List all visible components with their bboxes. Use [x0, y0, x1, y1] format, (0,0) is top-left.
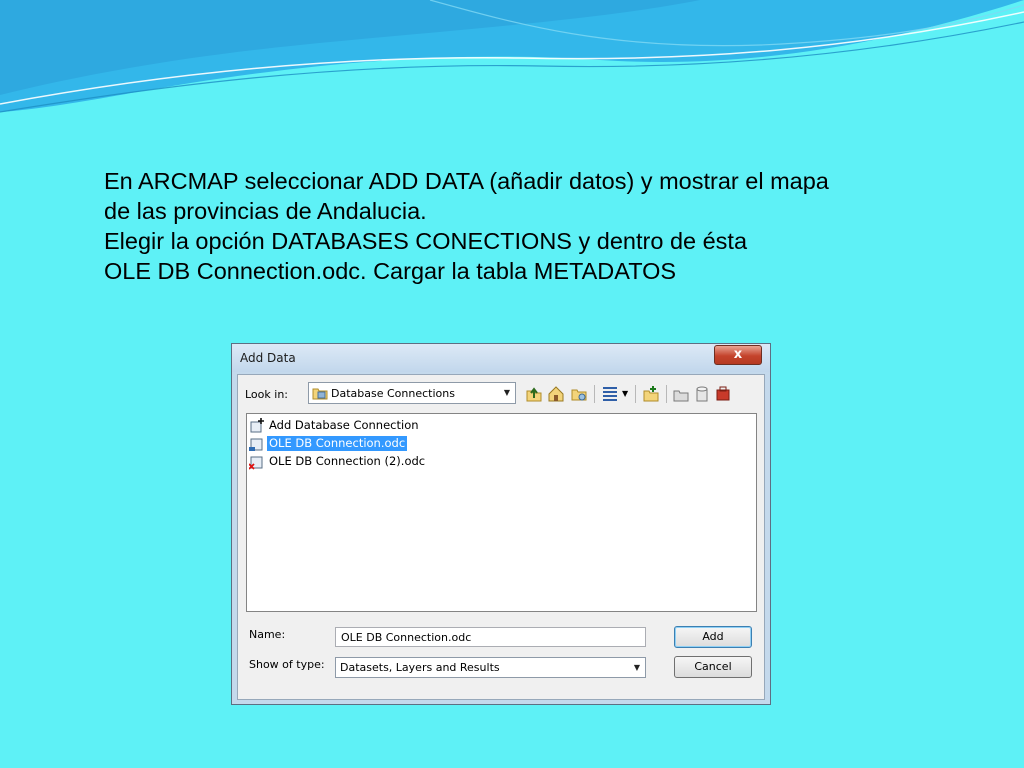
view-options-chevron-icon[interactable]: ▼	[622, 389, 628, 398]
ole-db-connection-error-icon	[249, 456, 263, 470]
database-folder-icon	[312, 388, 328, 400]
up-folder-icon[interactable]	[525, 385, 543, 403]
chevron-down-icon[interactable]: ▼	[629, 658, 645, 677]
close-button[interactable]: x	[714, 345, 762, 365]
show-of-type-value: Datasets, Layers and Results	[340, 661, 500, 674]
list-item-label: Add Database Connection	[269, 418, 419, 432]
toolbar-separator	[594, 385, 595, 403]
list-item-label: OLE DB Connection (2).odc	[269, 454, 426, 468]
name-value: OLE DB Connection.odc	[341, 631, 472, 644]
connect-folder-icon[interactable]	[642, 385, 660, 403]
dialog-titlebar[interactable]: Add Data x	[232, 344, 770, 372]
show-of-type-label: Show of type:	[249, 658, 325, 671]
new-folder-icon[interactable]	[672, 385, 690, 403]
home-icon[interactable]	[547, 385, 565, 403]
file-list[interactable]: Add Database Connection OLE DB Connectio…	[246, 413, 757, 612]
cancel-button[interactable]: Cancel	[674, 656, 752, 678]
ole-db-connection-icon	[249, 438, 263, 451]
dialog-title: Add Data	[240, 351, 296, 365]
name-field[interactable]: OLE DB Connection.odc	[335, 627, 646, 647]
slide-instructions: En ARCMAP seleccionar ADD DATA (añadir d…	[104, 166, 924, 286]
instruction-line: OLE DB Connection.odc. Cargar la tabla M…	[104, 258, 677, 284]
dialog-body: Look in: Database Connections ▼ ▼ Add Da…	[237, 374, 765, 700]
name-label: Name:	[249, 628, 286, 641]
look-in-value: Database Connections	[331, 387, 455, 400]
look-in-label: Look in:	[245, 388, 288, 401]
add-data-dialog: Add Data x Look in: Database Connections…	[231, 343, 771, 705]
chevron-down-icon[interactable]: ▼	[499, 383, 515, 403]
toolbar-separator	[666, 385, 667, 403]
wave-decoration	[0, 0, 1024, 113]
catalog-folder-icon[interactable]	[570, 385, 588, 403]
instruction-line: Elegir la opción DATABASES CONECTIONS y …	[104, 228, 748, 254]
instruction-line: de las provincias de Andalucia.	[104, 198, 427, 224]
list-view-icon[interactable]	[601, 385, 619, 403]
toolbox-icon[interactable]	[714, 385, 732, 403]
look-in-dropdown[interactable]: Database Connections ▼	[308, 382, 516, 404]
add-connection-icon	[250, 418, 264, 433]
toolbar-separator	[635, 385, 636, 403]
add-button[interactable]: Add	[674, 626, 752, 648]
show-of-type-dropdown[interactable]: Datasets, Layers and Results ▼	[335, 657, 646, 678]
instruction-line: En ARCMAP seleccionar ADD DATA (añadir d…	[104, 168, 829, 194]
list-item-label: OLE DB Connection.odc	[267, 436, 408, 451]
new-database-icon[interactable]	[693, 385, 711, 403]
